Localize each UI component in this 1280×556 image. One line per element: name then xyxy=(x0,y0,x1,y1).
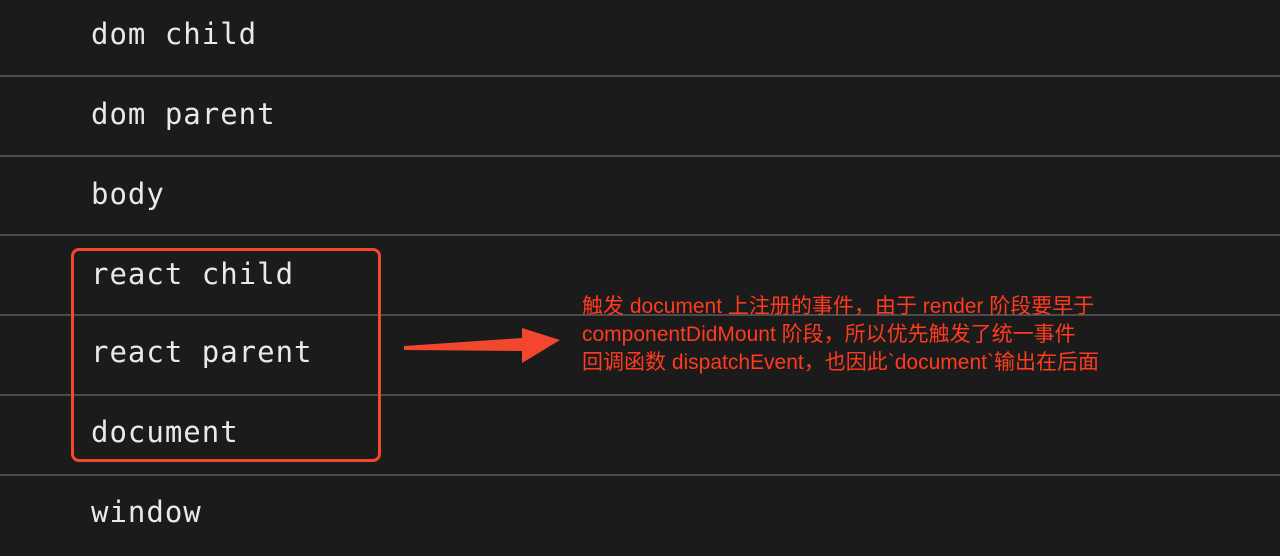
annotation-note: 触发 document 上注册的事件，由于 render 阶段要早于 compo… xyxy=(582,293,1272,377)
log-entry-text: dom child xyxy=(91,17,258,51)
log-entry: dom child xyxy=(0,0,1280,78)
log-entry-text: dom parent xyxy=(91,97,276,131)
row-divider xyxy=(0,75,1280,77)
log-entry: body xyxy=(0,160,1280,238)
row-divider xyxy=(0,155,1280,157)
row-divider xyxy=(0,234,1280,236)
annotation-line: 回调函数 dispatchEvent，也因此`document`输出在后面 xyxy=(582,351,1099,374)
annotation-line: componentDidMount 阶段，所以优先触发了统一事件 xyxy=(582,323,1076,346)
annotation-line: 触发 document 上注册的事件，由于 render 阶段要早于 xyxy=(582,295,1095,318)
log-entry: window xyxy=(0,478,1280,556)
log-entry-text: body xyxy=(91,177,165,211)
highlight-box xyxy=(71,248,381,462)
arrow-icon xyxy=(404,328,560,363)
row-divider xyxy=(0,474,1280,476)
log-entry: dom parent xyxy=(0,80,1280,158)
log-entry-text: window xyxy=(91,495,202,529)
